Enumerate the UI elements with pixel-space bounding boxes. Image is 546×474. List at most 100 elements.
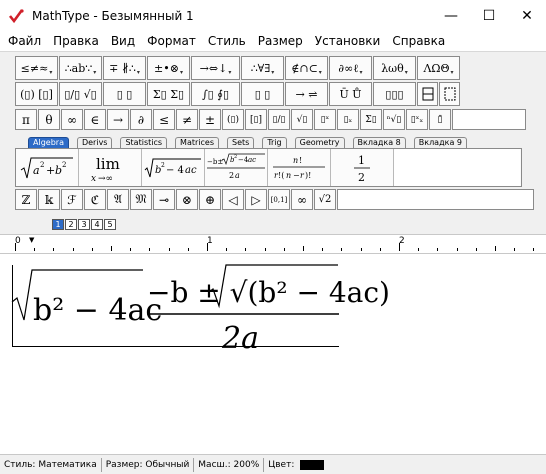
tab-matrices[interactable]: Matrices [175,137,219,148]
plus-minus-icon[interactable]: ± [199,109,221,130]
embellishments-palette-icon[interactable]: ∓ ∦∴ ▾ [103,56,146,80]
infinity-icon-2[interactable]: ∞ [291,189,313,210]
matrices-palette-icon[interactable]: ▯▯▯ [373,82,416,106]
tab-9[interactable]: Вкладка 9 [413,137,467,148]
svg-text:ac: ac [248,156,256,164]
svg-text:1: 1 [358,154,365,167]
arrows-palette-icon[interactable]: →⇔↓ ▾ [191,56,240,80]
products-palette-icon[interactable]: Ū Ů [329,82,372,106]
box-palette-icon[interactable] [417,82,438,106]
bar-icon[interactable]: ▯̄ [429,109,451,130]
not-equal-icon[interactable]: ≠ [176,109,198,130]
quick-symbols-blank-slot[interactable] [452,109,526,130]
tab-stop-marker-icon[interactable]: ▼ [29,236,34,244]
tab-sets[interactable]: Sets [227,137,255,148]
tab-statistics[interactable]: Statistics [120,137,168,148]
inequality-palette-icon[interactable]: ≤≠≈ ▾ [15,56,58,80]
operators-palette-icon[interactable]: ±•⊗ ▾ [147,56,190,80]
script-f-icon[interactable]: ℱ [61,189,83,210]
infinity-icon[interactable]: ∞ [61,109,83,130]
nth-root-icon[interactable]: ⁿ√▯ [383,109,405,130]
ruler-tick [418,248,420,251]
pythagorean-template[interactable]: a2 + b2 [16,149,79,186]
tab-trig[interactable]: Trig [262,137,287,148]
ruler-tick [207,243,208,251]
menu-style[interactable]: Стиль [202,31,252,51]
quadratic-formula-template[interactable]: −b± b2 −4 ac 2a [205,149,268,186]
discriminant-template[interactable]: b2 − 4 ac [142,149,205,186]
superscript-icon[interactable]: ▯ˣ [314,109,336,130]
menu-format[interactable]: Формат [141,31,202,51]
menu-help[interactable]: Справка [386,31,451,51]
underbar-overbar-palette-icon[interactable]: ▯ ▯ [241,82,284,106]
greek-uppercase-palette-icon[interactable]: ΛΩΘ ▾ [417,56,460,80]
ruler[interactable]: 0 1 2 ▼ [0,234,546,254]
multimap-icon[interactable]: ⊸ [153,189,175,210]
empty-template-slots[interactable] [394,149,520,186]
tab-algebra[interactable]: Algebra [28,137,69,148]
size-2-button[interactable]: 2 [65,219,77,230]
horizontal-scroll-region[interactable] [0,444,546,454]
minimize-button[interactable]: — [432,0,470,31]
size-3-button[interactable]: 3 [78,219,90,230]
fraktur-m-icon[interactable]: 𝔐 [130,189,152,210]
fraktur-a-icon[interactable]: 𝔄 [107,189,129,210]
sqrt-icon[interactable]: √▯ [291,109,313,130]
blackboard-k-icon[interactable]: 𝕜 [38,189,60,210]
tab-derivs[interactable]: Derivs [76,137,113,148]
equation-editor-area[interactable]: b² − 4ac −b ± √(b² − 4ac) 2a [0,256,546,454]
size-1-button[interactable]: 1 [52,219,64,230]
subscript-icon[interactable]: ▯ₓ [337,109,359,130]
sup-sub-icon[interactable]: ▯ˣₓ [406,109,428,130]
tab-geometry[interactable]: Geometry [294,137,345,148]
parentheses-icon[interactable]: (▯) [222,109,244,130]
left-triangle-icon[interactable]: ◁ [222,189,244,210]
element-of-icon[interactable]: ∈ [84,109,106,130]
limit-template[interactable]: lim x →∞ [79,149,142,186]
sqrt2-icon[interactable]: √2 [314,189,336,210]
blackboard-z-icon[interactable]: ℤ [15,189,37,210]
right-arrow-icon[interactable]: → [107,109,129,130]
fraktur-c-icon[interactable]: ℭ [84,189,106,210]
menu-size[interactable]: Размер [252,31,309,51]
close-button[interactable]: ✕ [508,0,546,31]
fraction-icon[interactable]: ▯/▯ [268,109,290,130]
one-half-template[interactable]: 1 2 [331,149,394,186]
scripts-palette-icon[interactable]: ▯ ▯ [103,82,146,106]
color-swatch[interactable] [300,459,325,470]
sum-icon[interactable]: Σ▯ [360,109,382,130]
maximize-button[interactable]: ☐ [470,0,508,31]
status-color-label: Цвет: [268,459,295,470]
misc-symbols-palette-icon[interactable]: ∂∞ℓ ▾ [329,56,372,80]
logic-palette-icon[interactable]: ∴∀∃ ▾ [241,56,284,80]
menu-preferences[interactable]: Установки [309,31,387,51]
small-symbols-blank-slot[interactable] [337,189,534,210]
spaces-palette-icon[interactable]: ∴ab∵ ▾ [59,56,102,80]
menu-file[interactable]: Файл [2,31,47,51]
less-equal-icon[interactable]: ≤ [153,109,175,130]
pi-icon[interactable]: π [15,109,37,130]
interval-icon[interactable]: [0,1] [268,189,290,210]
menu-edit[interactable]: Правка [47,31,105,51]
ruler-tick [360,248,362,251]
labeled-arrows-palette-icon[interactable]: → ⇌ [285,82,328,106]
binomial-coefficient-template[interactable]: n! r !( n − r)! [268,149,331,186]
circle-times-icon[interactable]: ⊗ [176,189,198,210]
fractions-radicals-palette-icon[interactable]: ▯/▯ √▯ [59,82,102,106]
size-5-button[interactable]: 5 [104,219,116,230]
theta-icon[interactable]: θ [38,109,60,130]
spacing-palette-icon[interactable] [439,82,460,106]
summation-palette-icon[interactable]: Σ▯ Σ▯ [147,82,190,106]
set-theory-palette-icon[interactable]: ∉∩⊂ ▾ [285,56,328,80]
tab-8[interactable]: Вкладка 8 [352,137,406,148]
brackets-icon[interactable]: [▯] [245,109,267,130]
size-4-button[interactable]: 4 [91,219,103,230]
menu-bar: Файл Правка Вид Формат Стиль Размер Уста… [0,31,546,51]
partial-icon[interactable]: ∂ [130,109,152,130]
fences-palette-icon[interactable]: (▯) [▯] [15,82,58,106]
integrals-palette-icon[interactable]: ∫▯ ∮▯ [191,82,240,106]
right-triangle-icon[interactable]: ▷ [245,189,267,210]
circle-plus-icon[interactable]: ⊕ [199,189,221,210]
menu-view[interactable]: Вид [105,31,141,51]
greek-lowercase-palette-icon[interactable]: λωθ ▾ [373,56,416,80]
